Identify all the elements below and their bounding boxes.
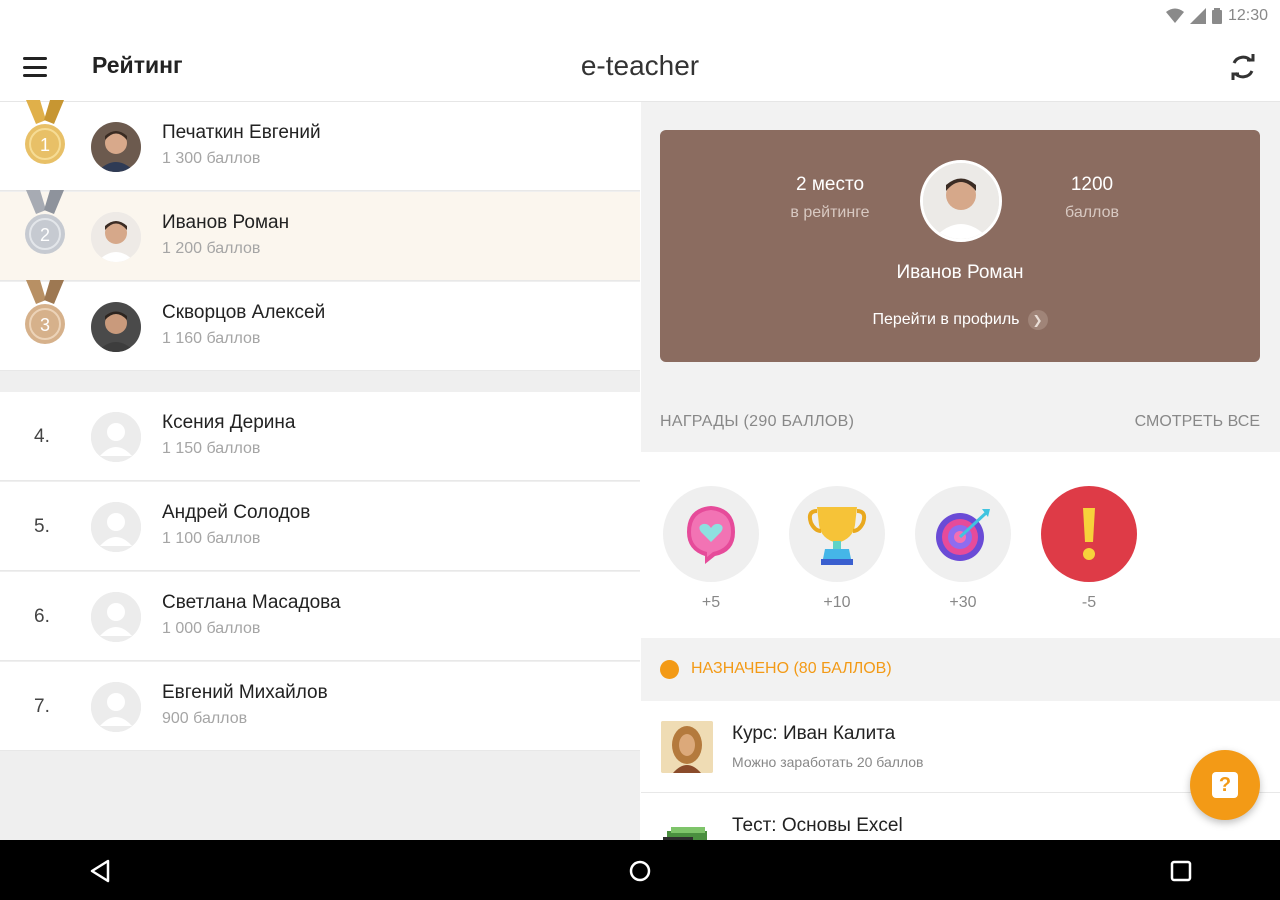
reward-value: -5	[1081, 594, 1097, 611]
target-icon	[936, 509, 990, 561]
user-name: Ксения Дерина	[162, 412, 296, 433]
medal-rank: 1	[40, 135, 50, 155]
signal-icon	[1189, 8, 1206, 24]
avatar	[91, 302, 141, 352]
user-points: 1 200 баллов	[162, 240, 261, 257]
clock: 12:30	[1227, 7, 1268, 24]
avatar-placeholder-icon	[91, 502, 141, 552]
medal-rank: 3	[40, 315, 50, 335]
rank-number: 4.	[34, 426, 50, 447]
assigned-task[interactable]: Тест: Основы Excel	[641, 793, 1280, 840]
reward-value: +10	[823, 594, 851, 611]
back-icon[interactable]	[88, 859, 112, 883]
profile-name: Иванов Роман	[896, 262, 1024, 283]
profile-link-label: Перейти в профиль	[872, 311, 1020, 328]
leaderboard-row-7[interactable]: 7. Евгений Михайлов 900 баллов	[0, 662, 640, 751]
leaderboard-row-1[interactable]: 1 Печаткин Евгений 1 300 баллов	[0, 100, 640, 191]
user-name: Андрей Солодов	[162, 502, 311, 523]
reward-value: +30	[949, 594, 977, 611]
rewards-list: +5 +10 +30 -5	[641, 452, 1280, 638]
heart-chat-icon	[687, 506, 735, 564]
task-subtitle: Можно заработать 20 баллов	[732, 754, 924, 770]
avatar-placeholder-icon	[91, 682, 141, 732]
gold-medal-icon: 1	[25, 100, 65, 164]
question-icon: ?	[1212, 772, 1238, 798]
status-dot-icon	[660, 660, 679, 679]
user-points: 1 160 баллов	[162, 330, 261, 347]
reward-badge[interactable]	[915, 486, 1011, 582]
user-points: 1 300 баллов	[162, 150, 261, 167]
trophy-icon	[807, 507, 867, 565]
profile-avatar	[920, 160, 1002, 242]
avatar	[91, 122, 141, 172]
user-name: Иванов Роман	[162, 212, 290, 233]
avatar-placeholder-icon	[91, 412, 141, 462]
course-thumbnail	[661, 721, 713, 773]
user-name: Печаткин Евгений	[162, 122, 321, 143]
help-button[interactable]: ?	[1190, 750, 1260, 820]
place-label: в рейтинге	[790, 204, 870, 221]
medal-rank: 2	[40, 225, 50, 245]
user-points: 1 000 баллов	[162, 620, 261, 637]
leaderboard-row-3[interactable]: 3 Скворцов Алексей 1 160 баллов	[0, 280, 640, 371]
user-name: Евгений Михайлов	[162, 682, 328, 703]
silver-medal-icon: 2	[25, 190, 65, 254]
wifi-icon	[1165, 8, 1184, 23]
reward-badge[interactable]	[789, 486, 885, 582]
test-thumbnail	[661, 813, 713, 840]
user-points: 1 150 баллов	[162, 440, 261, 457]
status-bar: 12:30	[0, 0, 1280, 32]
leaderboard: 1 Печаткин Евгений 1 300 баллов 2 Иванов…	[0, 100, 640, 840]
user-name: Светлана Масадова	[162, 592, 341, 613]
battery-icon	[1211, 8, 1222, 24]
home-icon[interactable]	[628, 859, 652, 883]
rank-number: 5.	[34, 516, 50, 537]
see-all-button[interactable]: СМОТРЕТЬ ВСЕ	[1135, 413, 1260, 431]
user-points: 1 100 баллов	[162, 530, 261, 547]
leaderboard-row-4[interactable]: 4. Ксения Дерина 1 150 баллов	[0, 392, 640, 481]
task-title: Курс: Иван Калита	[732, 723, 896, 744]
chevron-right-icon: ❯	[1027, 310, 1048, 330]
assigned-task[interactable]: Курс: Иван Калита Можно заработать 20 ба…	[641, 701, 1280, 793]
user-name: Скворцов Алексей	[162, 302, 326, 323]
assigned-title: НАЗНАЧЕНО (80 БАЛЛОВ)	[691, 660, 892, 677]
rewards-title: НАГРАДЫ (290 БАЛЛОВ)	[660, 413, 855, 430]
reward-badge[interactable]	[1041, 486, 1137, 582]
rank-number: 7.	[34, 696, 50, 717]
score-value: 1200	[1070, 174, 1114, 195]
system-navigation-bar	[0, 840, 1280, 900]
reward-value: +5	[701, 594, 721, 611]
user-points: 900 баллов	[162, 710, 248, 727]
profile-card: 2 место в рейтинге 1200 баллов Иванов Ро…	[660, 130, 1260, 362]
score-label: баллов	[1065, 204, 1119, 221]
avatar	[91, 212, 141, 262]
reward-badge[interactable]	[663, 486, 759, 582]
leaderboard-row-6[interactable]: 6. Светлана Масадова 1 000 баллов	[0, 572, 640, 661]
app-bar: Рейтинг e-teacher	[0, 32, 1280, 102]
exclamation-icon	[1083, 508, 1095, 560]
avatar-placeholder-icon	[91, 592, 141, 642]
details-panel: 2 место в рейтинге 1200 баллов Иванов Ро…	[641, 102, 1280, 840]
leaderboard-row-2[interactable]: 2 Иванов Роман 1 200 баллов	[0, 190, 640, 281]
task-title: Тест: Основы Excel	[732, 815, 903, 836]
assigned-section-header: НАЗНАЧЕНО (80 БАЛЛОВ)	[641, 638, 1280, 701]
place-value: 2 место	[795, 174, 865, 195]
refresh-icon[interactable]	[1226, 50, 1260, 84]
leaderboard-row-5[interactable]: 5. Андрей Солодов 1 100 баллов	[0, 482, 640, 571]
app-name: e-teacher	[580, 50, 700, 81]
go-to-profile-link[interactable]: Перейти в профиль ❯	[660, 310, 1260, 330]
rank-number: 6.	[34, 606, 50, 627]
bronze-medal-icon: 3	[25, 280, 65, 344]
recents-icon[interactable]	[1170, 860, 1192, 882]
